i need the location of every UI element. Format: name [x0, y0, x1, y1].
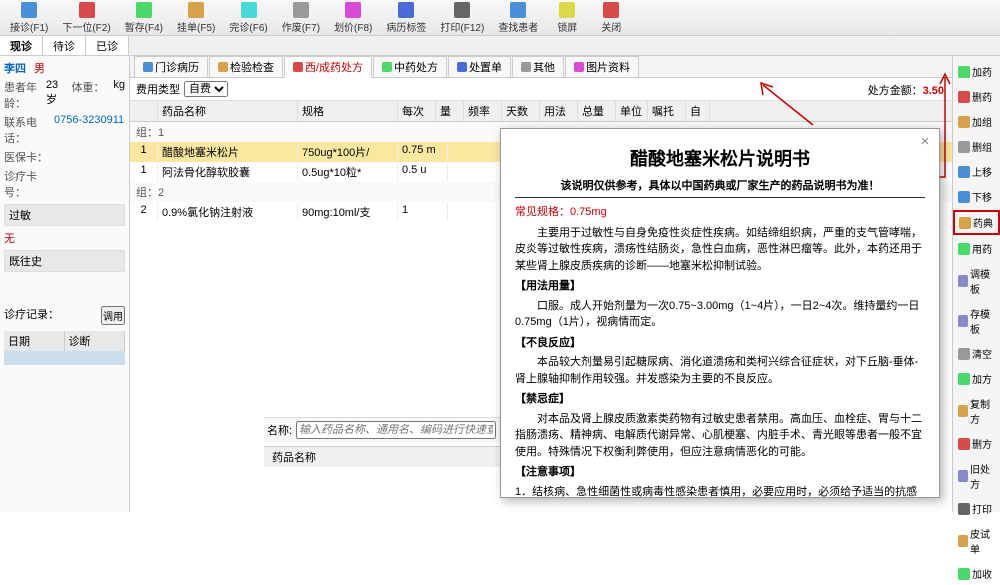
rbtn-删药[interactable]: 删药 [953, 85, 1000, 108]
rbtn-皮试单[interactable]: 皮试单 [953, 522, 1000, 560]
rbtn-删方[interactable]: 删方 [953, 432, 1000, 455]
tab-检验检查[interactable]: 检验检查 [209, 56, 283, 78]
tab-图片资料[interactable]: 图片资料 [565, 56, 639, 78]
tab-现诊[interactable]: 现诊 [0, 36, 43, 55]
tab-已诊[interactable]: 已诊 [86, 36, 129, 55]
rbtn-旧处方[interactable]: 旧处方 [953, 457, 1000, 495]
toolbar-病历标签[interactable]: 病历标签 [380, 0, 432, 36]
rbtn-复制方[interactable]: 复制方 [953, 392, 1000, 430]
call-button[interactable]: 调用 [101, 306, 125, 325]
toolbar-作废(F7)[interactable]: 作废(F7) [276, 0, 326, 36]
tab-待诊[interactable]: 待诊 [43, 36, 86, 55]
rbtn-删组[interactable]: 删组 [953, 135, 1000, 158]
rbtn-加方[interactable]: 加方 [953, 367, 1000, 390]
tab-门诊病历[interactable]: 门诊病历 [134, 56, 208, 78]
rbtn-药典[interactable]: 药典 [953, 210, 1000, 235]
tab-西/成药处方[interactable]: 西/成药处方 [284, 56, 372, 78]
rbtn-用药[interactable]: 用药 [953, 237, 1000, 260]
toolbar-打印(F12)[interactable]: 打印(F12) [434, 0, 490, 36]
toolbar-下一位(F2)[interactable]: 下一位(F2) [56, 0, 116, 36]
rbtn-打印[interactable]: 打印 [953, 497, 1000, 520]
rbtn-存模板[interactable]: 存模板 [953, 302, 1000, 340]
patient-sex: 男 [34, 60, 45, 76]
toolbar-锁屏[interactable]: 锁屏 [546, 0, 588, 36]
toolbar-查找患者[interactable]: 查找患者 [492, 0, 544, 36]
rbtn-上移[interactable]: 上移 [953, 160, 1000, 183]
tab-其他[interactable]: 其他 [512, 56, 564, 78]
drug-search-input[interactable] [296, 421, 496, 439]
fee-type-select[interactable]: 自费 [184, 81, 228, 97]
rbtn-调模板[interactable]: 调模板 [953, 262, 1000, 300]
toolbar-划价(F8)[interactable]: 划价(F8) [328, 0, 378, 36]
close-icon[interactable]: ✕ [917, 135, 933, 151]
rbtn-加药[interactable]: 加药 [953, 60, 1000, 83]
rbtn-下移[interactable]: 下移 [953, 185, 1000, 208]
rbtn-加组[interactable]: 加组 [953, 110, 1000, 133]
toolbar-暂存(F4)[interactable]: 暂存(F4) [119, 0, 169, 36]
tab-处置单[interactable]: 处置单 [448, 56, 511, 78]
toolbar-接诊(F1)[interactable]: 接诊(F1) [4, 0, 54, 36]
drug-manual-popup: ✕ 醋酸地塞米松片说明书 该说明仅供参考，具体以中国药典或厂家生产的药品说明书为… [500, 128, 940, 498]
toolbar-完诊(F6)[interactable]: 完诊(F6) [223, 0, 273, 36]
toolbar-关闭[interactable]: 关闭 [590, 0, 632, 36]
toolbar-挂单(F5)[interactable]: 挂单(F5) [171, 0, 221, 36]
tab-中药处方[interactable]: 中药处方 [373, 56, 447, 78]
patient-name: 李四 [4, 60, 26, 76]
rbtn-清空[interactable]: 清空 [953, 342, 1000, 365]
rbtn-加收[interactable]: 加收 [953, 562, 1000, 585]
